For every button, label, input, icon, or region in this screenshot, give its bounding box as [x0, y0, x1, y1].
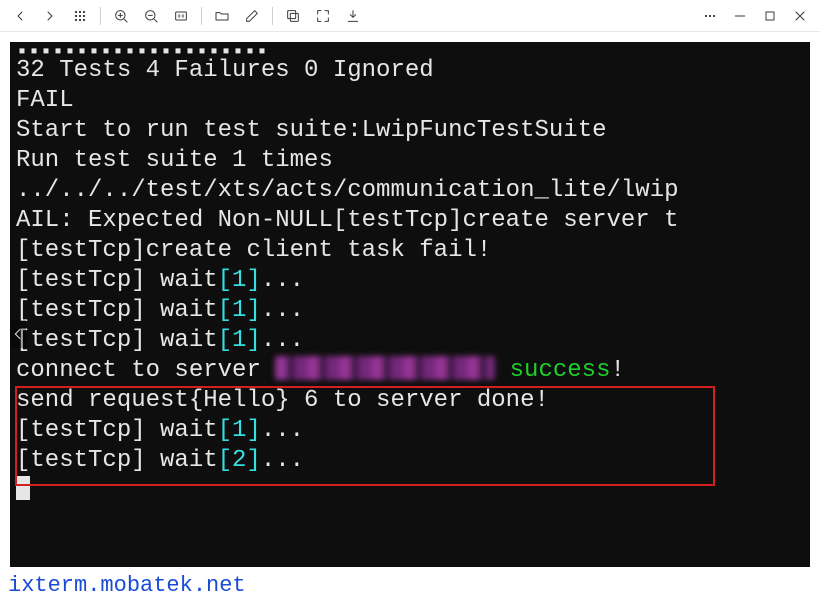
- terminal-output[interactable]: ▪▪▪▪▪▪▪▪▪▪▪▪▪▪▪▪▪▪▪▪▪ 32 Tests 4 Failure…: [10, 42, 810, 567]
- wait-index: [1]: [218, 297, 261, 324]
- wait-suffix: ...: [261, 327, 304, 354]
- edit-button[interactable]: [238, 2, 266, 30]
- close-button[interactable]: [786, 2, 814, 30]
- toolbar-separator: [201, 7, 202, 25]
- wait-suffix: ...: [261, 267, 304, 294]
- download-button[interactable]: [339, 2, 367, 30]
- wait-index: [1]: [218, 327, 261, 354]
- terminal-line: AIL: Expected Non-NULL[testTcp]create se…: [16, 206, 810, 236]
- prev-image-button[interactable]: [10, 320, 26, 348]
- wait-index: [2]: [218, 447, 261, 474]
- terminal-line: Start to run test suite:LwipFuncTestSuit…: [16, 116, 810, 146]
- back-button[interactable]: [6, 2, 34, 30]
- terminal-line: [testTcp] wait[1]...: [16, 296, 810, 326]
- footer-link[interactable]: ixterm.mobatek.net: [8, 573, 810, 598]
- zoom-in-button[interactable]: [107, 2, 135, 30]
- wait-prefix: [testTcp] wait: [16, 417, 218, 444]
- bang: !: [610, 357, 624, 384]
- terminal-cursor-line: [16, 476, 810, 506]
- terminal-line: [testTcp] wait[2]...: [16, 446, 810, 476]
- terminal-line: FAIL: [16, 86, 810, 116]
- apps-grid-button[interactable]: [66, 2, 94, 30]
- fullscreen-button[interactable]: [309, 2, 337, 30]
- terminal-cursor: [16, 476, 30, 500]
- wait-suffix: ...: [261, 297, 304, 324]
- connect-success: success: [495, 357, 610, 384]
- wait-prefix: [testTcp] wait: [16, 447, 218, 474]
- actual-size-button[interactable]: [167, 2, 195, 30]
- more-button[interactable]: [696, 2, 724, 30]
- zoom-out-button[interactable]: [137, 2, 165, 30]
- minimize-button[interactable]: [726, 2, 754, 30]
- terminal-line: [testTcp] wait[1]...: [16, 266, 810, 296]
- forward-button[interactable]: [36, 2, 64, 30]
- wait-suffix: ...: [261, 447, 304, 474]
- toolbar-separator: [272, 7, 273, 25]
- redacted-ip: [275, 356, 495, 380]
- wait-suffix: ...: [261, 417, 304, 444]
- connect-prefix: connect to server: [16, 357, 275, 384]
- terminal-line: send request{Hello} 6 to server done!: [16, 386, 810, 416]
- terminal-line: [testTcp] wait[1]...: [16, 326, 810, 356]
- copy-button[interactable]: [279, 2, 307, 30]
- toolbar-separator: [100, 7, 101, 25]
- terminal-line: connect to server success!: [16, 356, 810, 386]
- wait-prefix: [testTcp] wait: [16, 267, 218, 294]
- wait-index: [1]: [218, 267, 261, 294]
- wait-prefix: [testTcp] wait: [16, 327, 218, 354]
- wait-prefix: [testTcp] wait: [16, 297, 218, 324]
- wait-index: [1]: [218, 417, 261, 444]
- terminal-line: 32 Tests 4 Failures 0 Ignored: [16, 56, 810, 86]
- maximize-button[interactable]: [756, 2, 784, 30]
- terminal-line: ../../../test/xts/acts/communication_lit…: [16, 176, 810, 206]
- window-toolbar: [0, 0, 820, 32]
- terminal-line: [testTcp]create client task fail!: [16, 236, 810, 266]
- open-folder-button[interactable]: [208, 2, 236, 30]
- terminal-line: ▪▪▪▪▪▪▪▪▪▪▪▪▪▪▪▪▪▪▪▪▪: [16, 46, 810, 56]
- terminal-line: Run test suite 1 times: [16, 146, 810, 176]
- terminal-line: [testTcp] wait[1]...: [16, 416, 810, 446]
